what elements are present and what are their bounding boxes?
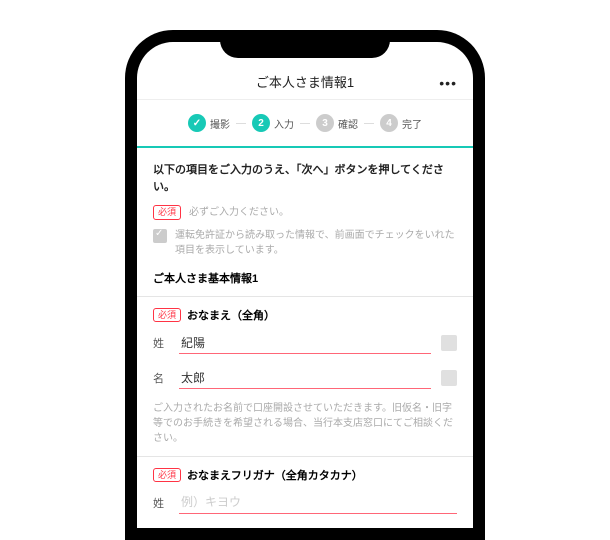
step-separator: [364, 123, 374, 124]
givenname-kana-input[interactable]: [179, 526, 457, 528]
section-title: ご本人さま基本情報1: [153, 270, 457, 286]
givenname-input[interactable]: [179, 366, 431, 389]
input-prefix-mei: 名: [153, 370, 169, 386]
instructions-text: 以下の項目をご入力のうえ、「次へ」ボタンを押してください。: [153, 162, 457, 195]
form-content[interactable]: 以下の項目をご入力のうえ、「次へ」ボタンを押してください。 必須 必ずご入力くだ…: [137, 148, 473, 528]
legend-text: 必ずご入力ください。: [189, 205, 289, 220]
step-circle-active: 2: [252, 114, 270, 132]
step-label: 完了: [402, 116, 422, 131]
phone-frame: ご本人さま情報1 ••• ✓ 撮影 2 入力 3 確認 4 完了: [125, 30, 485, 540]
surname-kana-input[interactable]: [179, 491, 457, 514]
required-badge: 必須: [153, 205, 181, 220]
name-field: 必須 おなまえ（全角） 姓 名 ご入力されたお名前で口座開設させていただきます。…: [153, 297, 457, 446]
step-label: 撮影: [210, 116, 230, 131]
legend-ocr: 運転免許証から読み取った情報で、前画面でチェックをいれた項目を表示しています。: [153, 228, 457, 258]
field-label: おなまえフリガナ（全角カタカナ）: [187, 467, 363, 483]
ocr-mark-icon: [441, 370, 457, 386]
step-circle-pending: 3: [316, 114, 334, 132]
step-circle-pending: 4: [380, 114, 398, 132]
kana-field: 必須 おなまえフリガナ（全角カタカナ） 姓 名: [153, 457, 457, 528]
step-label: 確認: [338, 116, 358, 131]
step-separator: [236, 123, 246, 124]
ocr-mark-icon: [441, 335, 457, 351]
step-1: ✓ 撮影: [188, 114, 230, 132]
input-prefix-sei: 姓: [153, 495, 169, 511]
surname-input[interactable]: [179, 331, 431, 354]
field-label: おなまえ（全角）: [187, 307, 275, 323]
legend-required: 必須 必ずご入力ください。: [153, 205, 457, 220]
required-badge: 必須: [153, 468, 181, 483]
screen: ご本人さま情報1 ••• ✓ 撮影 2 入力 3 確認 4 完了: [137, 42, 473, 528]
step-label: 入力: [274, 116, 294, 131]
step-separator: [300, 123, 310, 124]
legend-text: 運転免許証から読み取った情報で、前画面でチェックをいれた項目を表示しています。: [175, 228, 457, 258]
input-prefix-sei: 姓: [153, 335, 169, 351]
step-circle-done: ✓: [188, 114, 206, 132]
page-title: ご本人さま情報1: [256, 72, 354, 91]
helper-text: ご入力されたお名前で口座開設させていただきます。旧仮名・旧字等でのお手続きを希望…: [153, 401, 457, 446]
required-badge: 必須: [153, 308, 181, 323]
ocr-check-icon: [153, 229, 167, 243]
step-2: 2 入力: [252, 114, 294, 132]
step-3: 3 確認: [316, 114, 358, 132]
more-button[interactable]: •••: [439, 75, 457, 91]
phone-notch: [220, 30, 390, 58]
step-4: 4 完了: [380, 114, 422, 132]
stepper: ✓ 撮影 2 入力 3 確認 4 完了: [137, 100, 473, 148]
